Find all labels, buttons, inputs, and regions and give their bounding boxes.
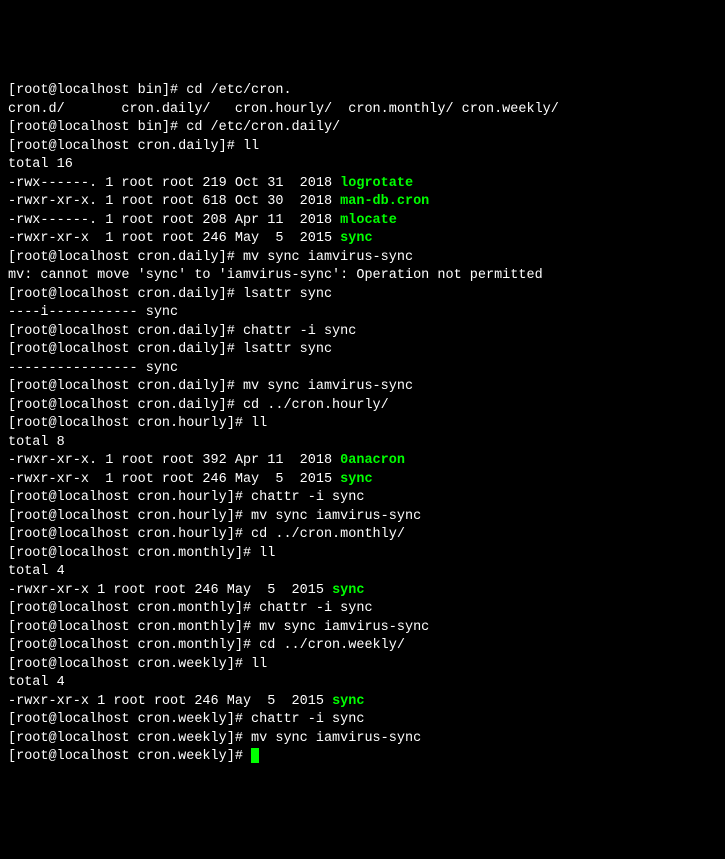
terminal-text: [root@localhost cron.weekly]# — [8, 749, 251, 764]
terminal-line: [root@localhost bin]# cd /etc/cron. — [8, 82, 717, 101]
terminal-line: -rwxr-xr-x 1 root root 246 May 5 2015 sy… — [8, 582, 717, 601]
terminal-text: total 4 — [8, 564, 65, 579]
terminal-text: total 8 — [8, 435, 65, 450]
terminal-text: -rwxr-xr-x 1 root root 246 May 5 2015 — [8, 231, 340, 246]
terminal-line: -rwxr-xr-x. 1 root root 392 Apr 11 2018 … — [8, 452, 717, 471]
terminal-text: [root@localhost cron.monthly]# mv sync i… — [8, 620, 429, 635]
terminal-text: [root@localhost cron.daily]# cd ../cron.… — [8, 398, 389, 413]
terminal-line: [root@localhost cron.daily]# mv sync iam… — [8, 249, 717, 268]
terminal-line: -rwx------. 1 root root 208 Apr 11 2018 … — [8, 212, 717, 231]
terminal-text: ---------------- sync — [8, 361, 178, 376]
terminal-line: cron.d/ cron.daily/ cron.hourly/ cron.mo… — [8, 101, 717, 120]
terminal-text: [root@localhost cron.daily]# chattr -i s… — [8, 324, 356, 339]
terminal-text: -rwxr-xr-x 1 root root 246 May 5 2015 — [8, 694, 332, 709]
terminal-text: [root@localhost cron.weekly]# ll — [8, 657, 267, 672]
terminal-line: [root@localhost cron.hourly]# chattr -i … — [8, 489, 717, 508]
terminal-text: [root@localhost cron.weekly]# chattr -i … — [8, 712, 364, 727]
terminal-text: total 4 — [8, 675, 65, 690]
terminal-text: sync — [340, 472, 372, 487]
terminal-text: [root@localhost bin]# cd /etc/cron.daily… — [8, 120, 340, 135]
terminal-line: [root@localhost cron.daily]# cd ../cron.… — [8, 397, 717, 416]
cursor — [251, 748, 259, 763]
terminal-line: [root@localhost cron.weekly]# — [8, 748, 717, 767]
terminal-line: -rwx------. 1 root root 219 Oct 31 2018 … — [8, 175, 717, 194]
terminal-line: [root@localhost cron.daily]# chattr -i s… — [8, 323, 717, 342]
terminal-line: [root@localhost cron.hourly]# ll — [8, 415, 717, 434]
terminal-text: sync — [332, 694, 364, 709]
terminal-text: man-db.cron — [340, 194, 429, 209]
terminal-line: mv: cannot move 'sync' to 'iamvirus-sync… — [8, 267, 717, 286]
terminal-line: [root@localhost cron.daily]# lsattr sync — [8, 341, 717, 360]
terminal-line: [root@localhost bin]# cd /etc/cron.daily… — [8, 119, 717, 138]
terminal-line: [root@localhost cron.weekly]# chattr -i … — [8, 711, 717, 730]
terminal-line: -rwxr-xr-x. 1 root root 618 Oct 30 2018 … — [8, 193, 717, 212]
terminal-text: mv: cannot move 'sync' to 'iamvirus-sync… — [8, 268, 543, 283]
terminal-text: -rwx------. 1 root root 208 Apr 11 2018 — [8, 213, 340, 228]
terminal-text: [root@localhost cron.hourly]# mv sync ia… — [8, 509, 421, 524]
terminal-line: [root@localhost cron.weekly]# mv sync ia… — [8, 730, 717, 749]
terminal-line: [root@localhost cron.monthly]# mv sync i… — [8, 619, 717, 638]
terminal-line: ----i----------- sync — [8, 304, 717, 323]
terminal-text: [root@localhost cron.daily]# mv sync iam… — [8, 250, 413, 265]
terminal-line: [root@localhost cron.weekly]# ll — [8, 656, 717, 675]
terminal-line: [root@localhost cron.hourly]# mv sync ia… — [8, 508, 717, 527]
terminal-text: [root@localhost cron.daily]# lsattr sync — [8, 287, 332, 302]
terminal-text: [root@localhost cron.daily]# lsattr sync — [8, 342, 332, 357]
terminal-output[interactable]: [root@localhost bin]# cd /etc/cron. cron.… — [8, 82, 717, 767]
terminal-line: [root@localhost cron.daily]# ll — [8, 138, 717, 157]
terminal-text: [root@localhost bin]# cd /etc/cron. — [8, 83, 292, 98]
terminal-text: [root@localhost cron.daily]# ll — [8, 139, 259, 154]
terminal-text: -rwxr-xr-x. 1 root root 392 Apr 11 2018 — [8, 453, 340, 468]
terminal-text: ----i----------- sync — [8, 305, 178, 320]
terminal-text: 0anacron — [340, 453, 405, 468]
terminal-line: [root@localhost cron.daily]# mv sync iam… — [8, 378, 717, 397]
terminal-line: -rwxr-xr-x 1 root root 246 May 5 2015 sy… — [8, 230, 717, 249]
terminal-text: -rwxr-xr-x 1 root root 246 May 5 2015 — [8, 583, 332, 598]
terminal-text: [root@localhost cron.monthly]# cd ../cro… — [8, 638, 405, 653]
terminal-text: [root@localhost cron.monthly]# chattr -i… — [8, 601, 373, 616]
terminal-line: [root@localhost cron.hourly]# cd ../cron… — [8, 526, 717, 545]
terminal-line: -rwxr-xr-x 1 root root 246 May 5 2015 sy… — [8, 693, 717, 712]
terminal-text: [root@localhost cron.hourly]# chattr -i … — [8, 490, 364, 505]
terminal-line: ---------------- sync — [8, 360, 717, 379]
terminal-text: [root@localhost cron.monthly]# ll — [8, 546, 275, 561]
terminal-line: total 4 — [8, 563, 717, 582]
terminal-line: -rwxr-xr-x 1 root root 246 May 5 2015 sy… — [8, 471, 717, 490]
terminal-text: [root@localhost cron.hourly]# cd ../cron… — [8, 527, 405, 542]
terminal-text: [root@localhost cron.weekly]# mv sync ia… — [8, 731, 421, 746]
terminal-line: [root@localhost cron.monthly]# chattr -i… — [8, 600, 717, 619]
terminal-text: total 16 — [8, 157, 73, 172]
terminal-line: [root@localhost cron.monthly]# cd ../cro… — [8, 637, 717, 656]
terminal-text: mlocate — [340, 213, 397, 228]
terminal-text: sync — [340, 231, 372, 246]
terminal-text: -rwxr-xr-x. 1 root root 618 Oct 30 2018 — [8, 194, 340, 209]
terminal-line: total 8 — [8, 434, 717, 453]
terminal-text: cron.d/ cron.daily/ cron.hourly/ cron.mo… — [8, 102, 559, 117]
terminal-line: total 4 — [8, 674, 717, 693]
terminal-text: -rwx------. 1 root root 219 Oct 31 2018 — [8, 176, 340, 191]
terminal-text: [root@localhost cron.daily]# mv sync iam… — [8, 379, 413, 394]
terminal-text: sync — [332, 583, 364, 598]
terminal-line: [root@localhost cron.monthly]# ll — [8, 545, 717, 564]
terminal-text: logrotate — [340, 176, 413, 191]
terminal-line: total 16 — [8, 156, 717, 175]
terminal-text: -rwxr-xr-x 1 root root 246 May 5 2015 — [8, 472, 340, 487]
terminal-line: [root@localhost cron.daily]# lsattr sync — [8, 286, 717, 305]
terminal-text: [root@localhost cron.hourly]# ll — [8, 416, 267, 431]
